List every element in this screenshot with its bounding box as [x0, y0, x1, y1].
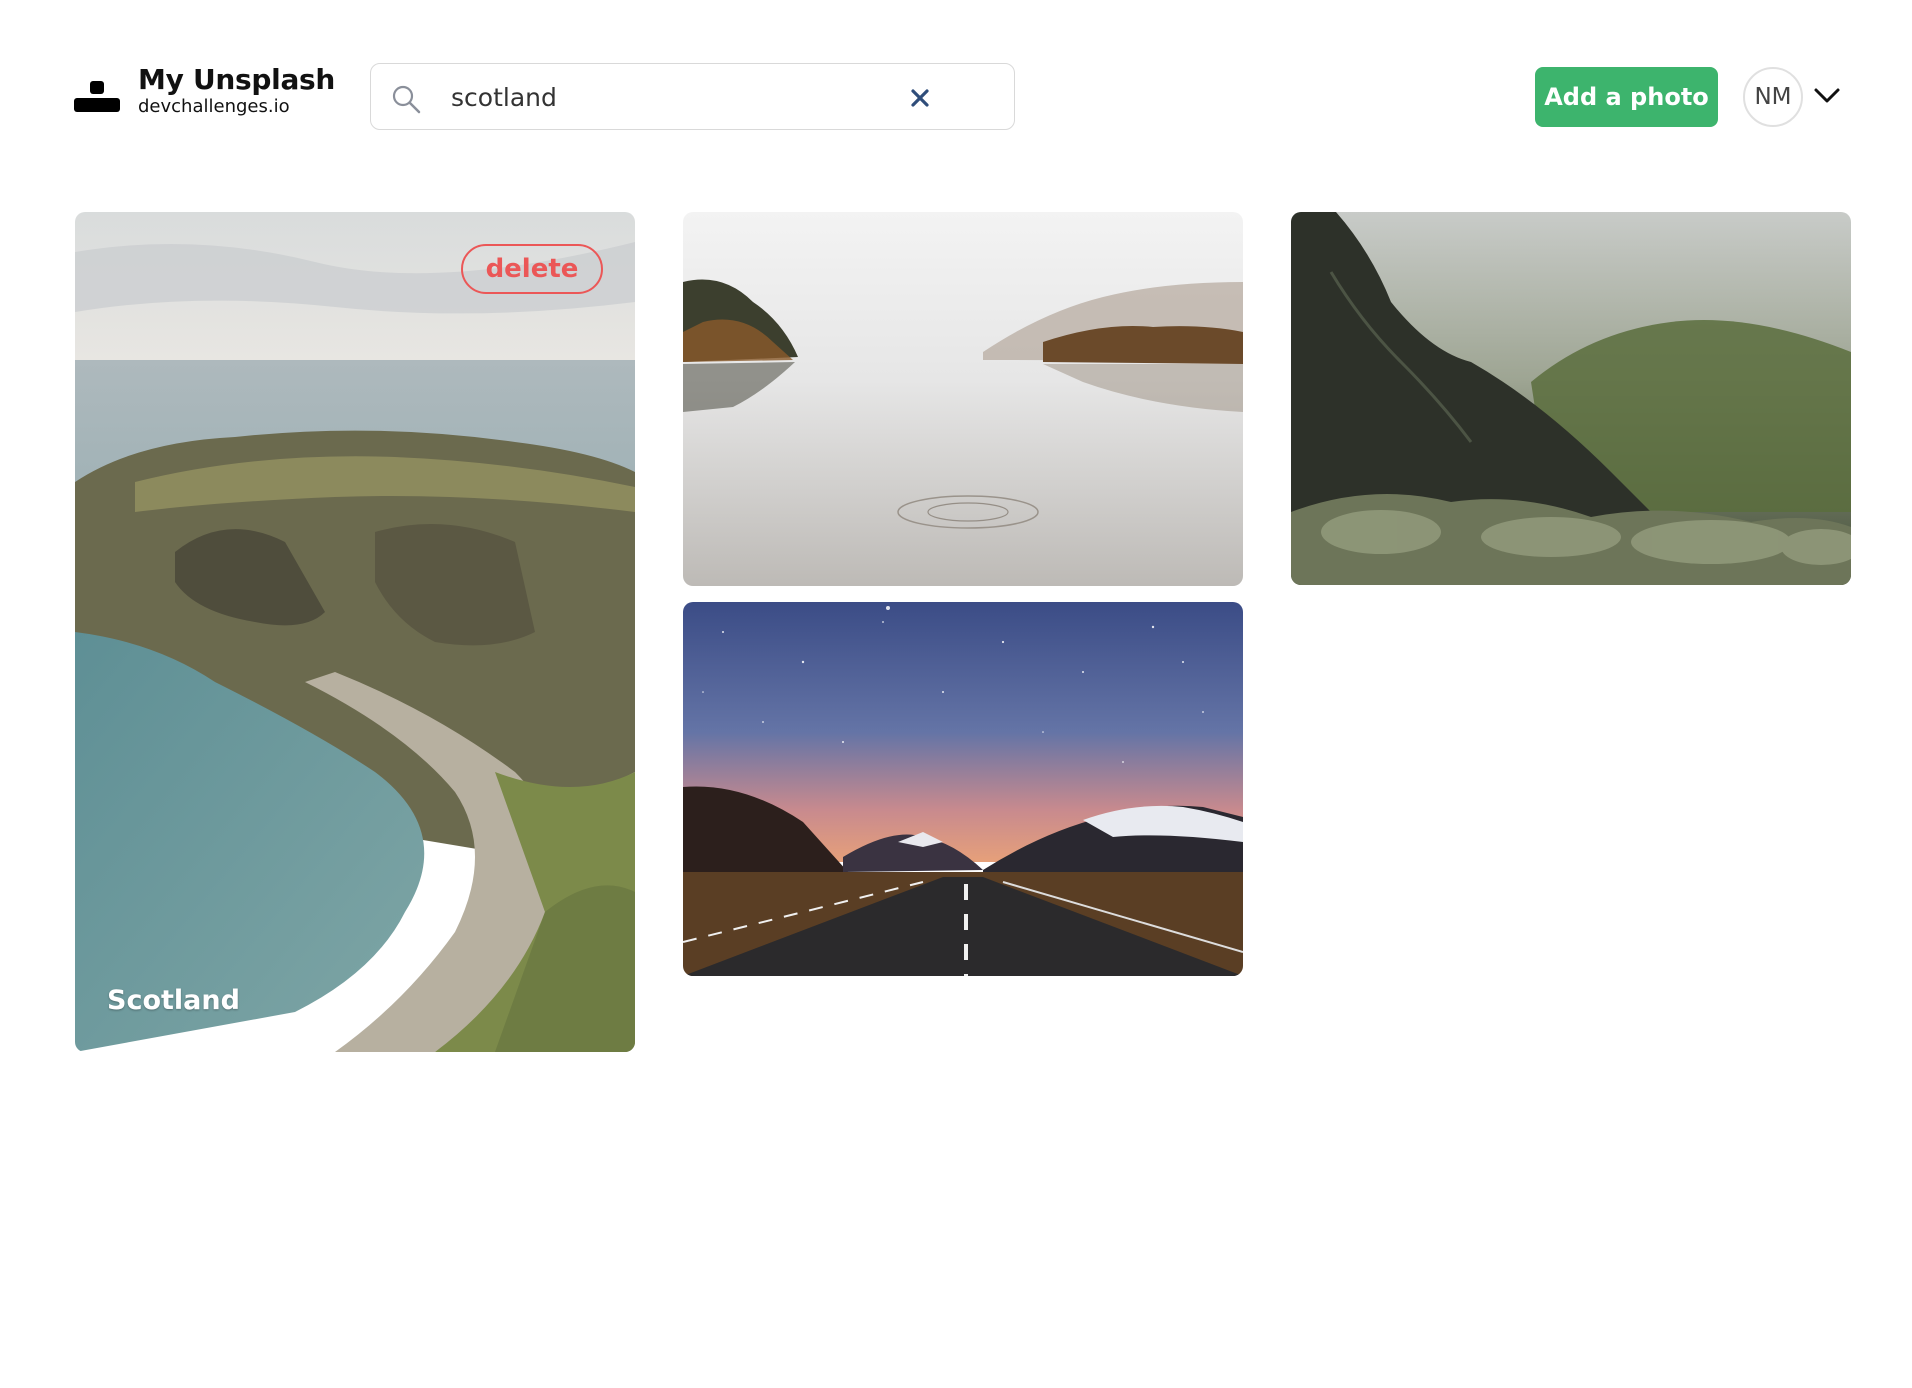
chevron-down-icon[interactable]: [1813, 84, 1841, 108]
photo-card[interactable]: [683, 212, 1243, 586]
photo-card[interactable]: [683, 602, 1243, 976]
search-icon: [392, 85, 421, 114]
add-photo-button[interactable]: Add a photo: [1535, 67, 1718, 127]
search-box[interactable]: [370, 63, 1015, 130]
close-icon[interactable]: [907, 85, 933, 111]
search-input[interactable]: [451, 78, 931, 116]
delete-button[interactable]: delete: [461, 244, 603, 294]
photo-card[interactable]: [1291, 212, 1851, 585]
photo-foggy-ridge: [1291, 212, 1851, 585]
brand-text: My Unsplash devchallenges.io: [138, 66, 335, 116]
avatar[interactable]: NM: [1743, 67, 1803, 127]
brand-subtitle: devchallenges.io: [138, 96, 290, 117]
photo-starry-road: [683, 602, 1243, 976]
photo-misty-loch: [683, 212, 1243, 586]
unsplash-logo-icon: [74, 71, 120, 112]
brand[interactable]: My Unsplash devchallenges.io: [74, 66, 335, 116]
photo-scotland-coast: [75, 212, 635, 1052]
photo-label: Scotland: [107, 985, 240, 1016]
photo-card[interactable]: delete Scotland: [75, 212, 635, 1052]
brand-title: My Unsplash: [138, 63, 336, 96]
